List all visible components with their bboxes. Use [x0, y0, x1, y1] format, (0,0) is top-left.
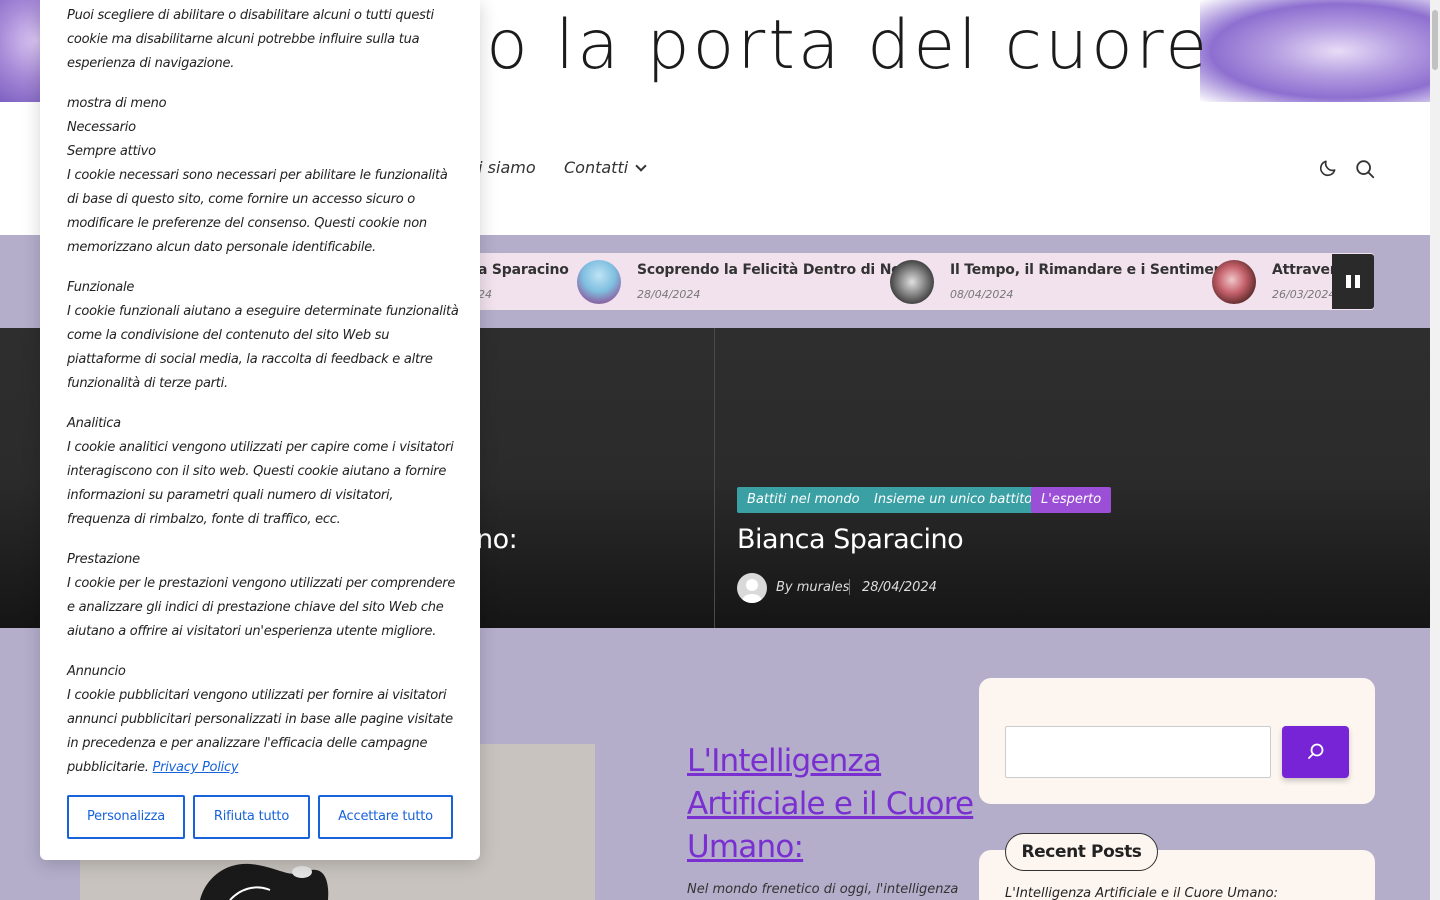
- post-excerpt: Nel mondo frenetico di oggi, l'intellige…: [687, 882, 959, 897]
- ticker-date: 08/04/2024: [950, 288, 1014, 301]
- cookie-ads-desc: I cookie pubblicitari vengono utilizzati…: [67, 688, 453, 775]
- category-badge-battiti[interactable]: Battiti nel mondo: [737, 487, 870, 513]
- cookie-analytics-desc: I cookie analitici vengono utilizzati pe…: [67, 440, 454, 527]
- cookie-always-active: Sempre attivo: [67, 144, 156, 159]
- ticker-title[interactable]: a Sparacino: [478, 262, 569, 278]
- cookie-necessary-desc: I cookie necessari sono necessari per ab…: [67, 168, 448, 255]
- chevron-down-icon: [635, 160, 647, 172]
- reject-all-button[interactable]: Rifiuta tutto: [193, 795, 310, 839]
- user-icon: [742, 579, 762, 603]
- post-title-link[interactable]: L'Intelligenza Artificiale e il Cuore Um…: [687, 740, 977, 869]
- page-scrollbar[interactable]: [1430, 0, 1440, 900]
- ticker-thumbnail[interactable]: [890, 260, 934, 304]
- cookie-functional-desc: I cookie funzionali aiutano a eseguire d…: [67, 304, 459, 391]
- author-avatar: [737, 573, 767, 603]
- hero-post-title[interactable]: Bianca Sparacino: [737, 524, 964, 555]
- meta-separator: [849, 579, 850, 595]
- ticker-date: 24: [478, 288, 492, 301]
- search-icon[interactable]: [1354, 158, 1376, 180]
- sidebar-search-widget: [979, 678, 1375, 804]
- recent-posts-heading: Recent Posts: [1005, 833, 1158, 871]
- cookie-functional-title[interactable]: Funzionale: [67, 276, 459, 300]
- ticker-thumbnail[interactable]: [577, 260, 621, 304]
- sidebar-search-button[interactable]: [1282, 726, 1349, 778]
- scrollbar-thumb[interactable]: [1432, 10, 1438, 70]
- cookie-performance-desc: I cookie per le prestazioni vengono util…: [67, 576, 456, 639]
- cookie-preferences-panel: Puoi scegliere di abilitare o disabilita…: [40, 0, 480, 860]
- cookie-show-less[interactable]: mostra di meno: [67, 92, 459, 116]
- ticker-pause-button[interactable]: [1332, 254, 1374, 309]
- accept-all-button[interactable]: Accettare tutto: [318, 795, 453, 839]
- cookie-necessary-title[interactable]: Necessario: [67, 116, 459, 140]
- cookie-ads-block: I cookie pubblicitari vengono utilizzati…: [67, 684, 459, 780]
- site-title[interactable]: no la porta del cuore: [440, 6, 1210, 85]
- cookie-performance-title[interactable]: Prestazione: [67, 548, 459, 572]
- nav-item-contatti[interactable]: Contatti: [564, 158, 647, 177]
- recent-post-link[interactable]: L'Intelligenza Artificiale e il Cuore Um…: [1005, 886, 1278, 900]
- hero-divider: [714, 328, 715, 628]
- category-badge-esperto[interactable]: L'esperto: [1031, 487, 1112, 513]
- hero-author[interactable]: By murales: [776, 580, 849, 595]
- cookie-intro: Puoi scegliere di abilitare o disabilita…: [67, 8, 434, 71]
- search-icon: [1308, 743, 1324, 759]
- customize-button[interactable]: Personalizza: [67, 795, 185, 839]
- ticker-thumbnail[interactable]: [1212, 260, 1256, 304]
- cookie-ads-title[interactable]: Annuncio: [67, 660, 459, 684]
- ticker-date: 26/03/2024: [1272, 288, 1336, 301]
- ticker-date: 28/04/2024: [637, 288, 701, 301]
- moon-icon[interactable]: [1318, 158, 1338, 178]
- nav-item-label: Contatti: [564, 158, 629, 177]
- ticker-title[interactable]: Il Tempo, il Rimandare e i Sentimenti: [950, 262, 1235, 278]
- category-badge-insieme[interactable]: Insieme un unico battito: [864, 487, 1043, 513]
- cookie-analytics-title[interactable]: Analitica: [67, 412, 459, 436]
- ticker-title[interactable]: Scoprendo la Felicità Dentro di Noi: [637, 262, 905, 278]
- sidebar-search-input[interactable]: [1005, 726, 1271, 778]
- hero-date: 28/04/2024: [862, 580, 937, 595]
- privacy-policy-link[interactable]: Privacy Policy: [153, 760, 239, 775]
- banner-galaxy-right: [1200, 0, 1430, 102]
